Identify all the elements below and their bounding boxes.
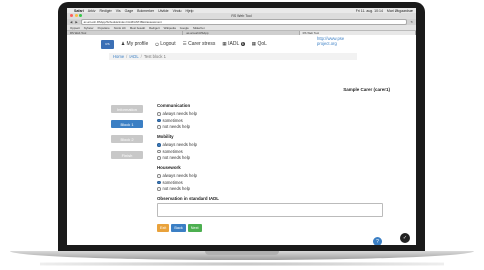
section-title: Communication xyxy=(157,103,191,108)
breadcrumb: Home / IADL / Test block 1 xyxy=(109,53,357,60)
laptop-shadow xyxy=(40,262,444,266)
zoom-window-icon[interactable] xyxy=(79,14,82,17)
nav-label: My profile xyxy=(126,41,149,47)
radio-label: sometimes xyxy=(162,179,183,185)
radio-label: sometimes xyxy=(162,148,183,154)
bookmark-item[interactable]: Redigert xyxy=(149,26,160,30)
grid-icon: ▦ xyxy=(251,41,256,46)
menu-item[interactable]: Hjelp xyxy=(185,9,193,13)
breadcrumb-home[interactable]: Home xyxy=(113,54,124,59)
radio-label: not needs help xyxy=(162,124,190,130)
bookmark-item[interactable]: Nyheter xyxy=(84,26,94,30)
observation-label: Observation in standard IADL xyxy=(157,196,219,201)
browser-toolbar: ◀ ▶ ac-art.esh.RSApp/Schedule/index.html… xyxy=(67,19,416,25)
exit-button[interactable]: Exit xyxy=(157,224,170,232)
carer-name: Sample Carer (carer1) xyxy=(343,87,390,92)
form-buttons: Exit Back Next xyxy=(157,224,397,232)
window-titlebar: RS Web Tool xyxy=(67,13,416,19)
nav-qol[interactable]: ▦ QoL xyxy=(252,41,267,47)
menubar-app-name[interactable]: Safari xyxy=(74,9,84,13)
section-communication: Communication always needs help sometime… xyxy=(157,103,397,130)
radio-button[interactable] xyxy=(157,112,161,116)
radio-label: not needs help xyxy=(162,186,190,192)
assessment-form: Communication always needs help sometime… xyxy=(157,103,397,232)
nav-iadl[interactable]: ▦ IADL 6 xyxy=(222,41,245,47)
bookmark-item[interactable]: Populære xyxy=(98,26,110,30)
bookmark-item[interactable]: Oppsett xyxy=(70,26,80,30)
checkmark-icon[interactable]: ✓ xyxy=(400,233,410,243)
nav-label: IADL xyxy=(228,41,240,47)
nav-label: QoL xyxy=(257,41,267,47)
menu-item[interactable]: Vindu xyxy=(173,9,182,13)
radio-label: always needs help xyxy=(162,173,197,179)
step-finish[interactable]: Finish xyxy=(111,151,143,159)
menubar-user[interactable]: Mari Økgaardsæ xyxy=(387,9,413,13)
bookmark-item[interactable]: Sikkerhet xyxy=(193,26,205,30)
url-bar[interactable]: ac-art.esh.RSApp/Schedule/index.html#/AN… xyxy=(80,19,408,25)
radio-button[interactable] xyxy=(157,125,161,129)
step-block-1[interactable]: Block 1 xyxy=(111,120,143,128)
section-title: Housework xyxy=(157,165,181,170)
radio-label: not needs help xyxy=(162,155,190,161)
user-icon: ♟ xyxy=(121,41,126,46)
web-page: RS ♟ My profile ⏻ Logout ☰ Carer stress … xyxy=(67,35,416,245)
nav-label: Carer stress xyxy=(188,41,216,47)
menu-item[interactable]: Vis xyxy=(116,9,121,13)
radio-button[interactable] xyxy=(157,149,161,153)
window-title: RS Web Tool xyxy=(231,14,252,18)
forward-arrow-icon[interactable]: ▶ xyxy=(75,20,77,24)
radio-button-selected[interactable] xyxy=(157,143,161,147)
menu-item[interactable]: Utvikle xyxy=(158,9,169,13)
radio-label: always needs help xyxy=(162,142,197,148)
reload-icon[interactable]: ↻ xyxy=(410,20,413,24)
step-information[interactable]: Information xyxy=(111,105,143,113)
menu-item[interactable]: Arkiv xyxy=(88,9,96,13)
screen: Safari Arkiv Redigér Vis Gage Bokmerker … xyxy=(67,8,416,245)
close-window-icon[interactable] xyxy=(70,14,73,17)
bookmark-item[interactable]: Wikipedia xyxy=(164,26,176,30)
back-arrow-icon[interactable]: ◀ xyxy=(70,20,72,24)
logout-icon: ⏻ xyxy=(155,41,159,47)
breadcrumb-current: Test block 1 xyxy=(143,54,166,59)
top-nav: RS ♟ My profile ⏻ Logout ☰ Carer stress … xyxy=(101,37,311,51)
nav-my-profile[interactable]: ♟ My profile xyxy=(121,41,148,47)
nav-badge: 6 xyxy=(240,42,245,46)
menu-item[interactable]: Gage xyxy=(125,9,134,13)
list-icon: ☰ xyxy=(182,41,187,46)
radio-button[interactable] xyxy=(157,156,161,160)
radio-label: sometimes xyxy=(162,117,183,123)
back-button[interactable]: Back xyxy=(171,224,186,232)
section-title: Mobility xyxy=(157,134,174,139)
nav-carer-stress[interactable]: ☰ Carer stress xyxy=(183,41,216,47)
grid-icon: ▦ xyxy=(222,41,227,46)
section-housework: Housework always needs help sometimes no… xyxy=(157,165,397,192)
nav-logout[interactable]: ⏻ Logout xyxy=(155,41,175,47)
radio-label: always needs help xyxy=(162,111,197,117)
bookmark-item[interactable]: Google xyxy=(180,26,189,30)
radio-button[interactable] xyxy=(157,187,161,191)
bookmark-item[interactable]: Norsk HC xyxy=(114,26,126,30)
menu-item[interactable]: Bokmerker xyxy=(137,9,154,13)
minimize-window-icon[interactable] xyxy=(74,14,78,17)
menubar-clock: Fri 11. aug. 10:14 xyxy=(355,8,383,13)
observation-textarea[interactable] xyxy=(157,203,383,217)
next-button[interactable]: Next xyxy=(187,224,202,232)
radio-button[interactable] xyxy=(157,174,161,178)
section-mobility: Mobility always needs help sometimes not… xyxy=(157,134,397,161)
breadcrumb-section[interactable]: IADL xyxy=(129,54,138,59)
bookmark-item[interactable]: Mest besøkt xyxy=(130,26,145,30)
nav-label: Logout xyxy=(160,41,176,47)
step-block-2[interactable]: Block 2 xyxy=(111,135,143,143)
help-icon[interactable]: ? xyxy=(373,237,382,245)
radio-button-selected[interactable] xyxy=(157,180,161,184)
menu-item[interactable]: Redigér xyxy=(100,9,112,13)
radio-button-selected[interactable] xyxy=(157,118,161,122)
laptop-notch xyxy=(205,251,279,255)
app-logo[interactable]: RS xyxy=(101,39,114,49)
project-link[interactable]: http://www.pse project.org xyxy=(317,36,357,46)
